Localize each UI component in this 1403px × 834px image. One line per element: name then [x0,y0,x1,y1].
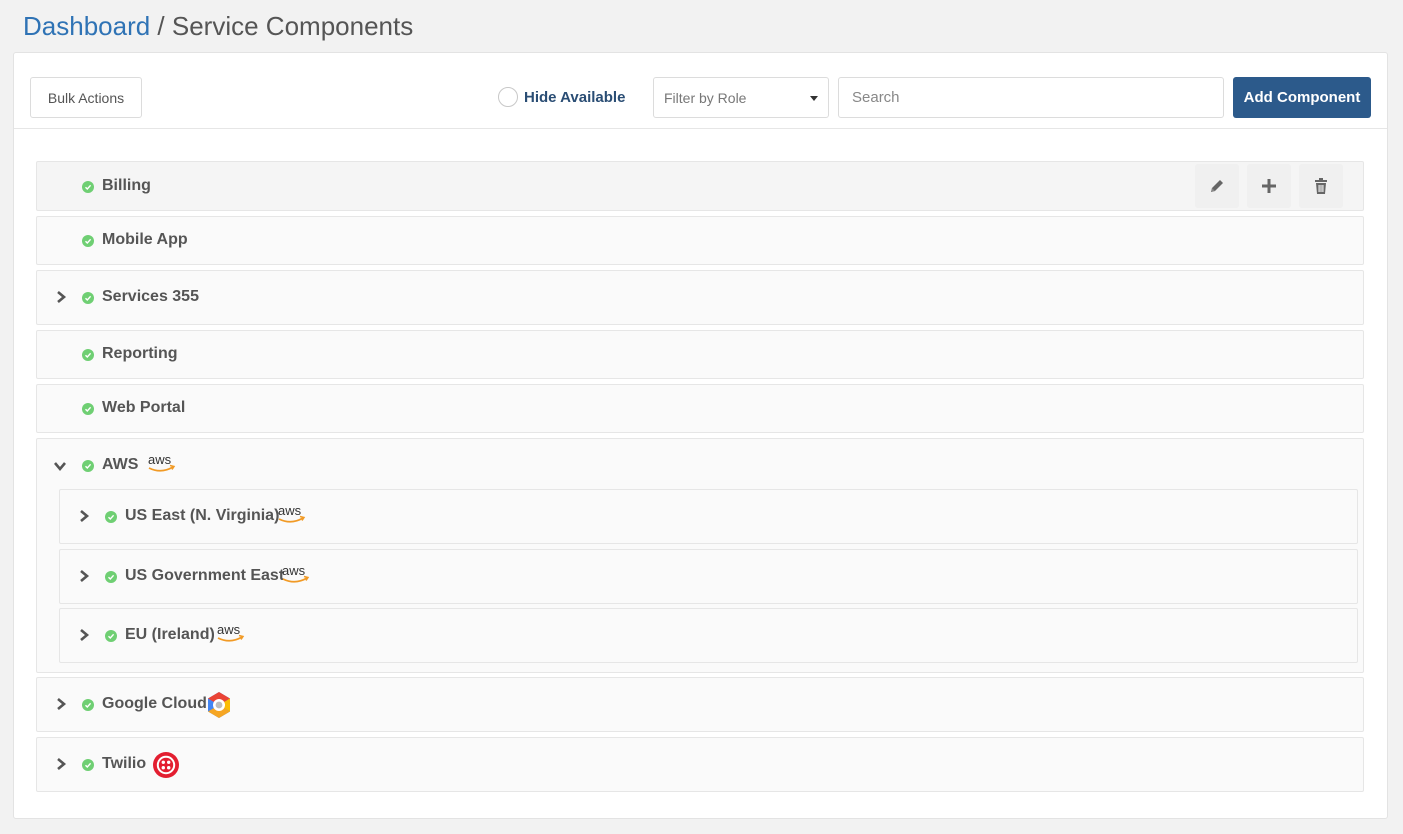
component-row[interactable]: Services 355 [36,270,1364,325]
pencil-icon [1211,180,1223,192]
row-actions [1195,164,1343,208]
plus-icon [1262,179,1276,193]
component-row[interactable]: Billing [36,161,1364,211]
component-name: Mobile App [102,231,188,248]
component-row[interactable]: US Government East aws [59,549,1358,604]
component-name: Google Cloud [102,695,207,712]
chevron-right-icon[interactable] [77,628,91,642]
component-row[interactable]: Reporting [36,330,1364,379]
component-name: Reporting [102,345,178,362]
status-ok-icon [82,699,94,711]
twilio-logo-icon [153,752,179,783]
components-panel: Bulk Actions Hide Available Filter by Ro… [13,52,1388,819]
filter-role-select[interactable]: Filter by Role [653,77,829,118]
caret-down-icon [810,96,818,101]
aws-logo-icon: aws [147,452,177,479]
search-input[interactable] [838,77,1224,118]
status-ok-icon [105,511,117,523]
status-ok-icon [105,571,117,583]
status-ok-icon [82,460,94,472]
component-name: Services 355 [102,288,199,305]
component-name: Twilio [102,755,147,772]
breadcrumb: Dashboard / Service Components [23,10,413,42]
trash-icon [1315,178,1327,194]
component-row[interactable]: EU (Ireland) aws [59,608,1358,663]
edit-button[interactable] [1195,164,1239,208]
chevron-right-icon[interactable] [77,509,91,523]
component-name: AWS [102,456,139,473]
status-ok-icon [82,292,94,304]
chevron-down-icon[interactable] [53,459,67,473]
svg-text:aws: aws [217,622,241,637]
aws-logo-icon: aws [216,622,246,649]
breadcrumb-separator: / [150,11,172,41]
aws-logo-icon: aws [277,503,307,530]
filter-role-value: Filter by Role [664,89,747,106]
delete-button[interactable] [1299,164,1343,208]
hide-available-label: Hide Available [524,88,626,106]
component-name: Billing [102,177,151,194]
add-child-button[interactable] [1247,164,1291,208]
status-ok-icon [82,235,94,247]
component-name: US Government East [125,567,285,584]
status-ok-icon [82,759,94,771]
svg-text:aws: aws [148,452,172,467]
component-name: Web Portal [102,399,186,416]
chevron-right-icon[interactable] [54,757,68,771]
status-ok-icon [105,630,117,642]
status-ok-icon [82,403,94,415]
google-cloud-logo-icon [205,691,233,724]
status-ok-icon [82,181,94,193]
component-name: EU (Ireland) [125,626,215,643]
component-row[interactable]: Mobile App [36,216,1364,265]
chevron-right-icon[interactable] [54,290,68,304]
aws-logo-icon: aws [281,563,311,590]
chevron-right-icon[interactable] [77,569,91,583]
add-component-button[interactable]: Add Component [1233,77,1371,118]
component-row[interactable]: US East (N. Virginia) aws [59,489,1358,544]
component-row[interactable]: Web Portal [36,384,1364,433]
component-row[interactable]: Google Cloud [36,677,1364,732]
component-group-aws[interactable]: AWS aws US East (N. Virginia) aws US Gov… [36,438,1364,673]
component-name: US East (N. Virginia) [125,507,280,524]
page-title: Service Components [171,11,414,41]
chevron-right-icon[interactable] [54,697,68,711]
component-row[interactable]: Twilio [36,737,1364,792]
toolbar: Bulk Actions Hide Available Filter by Ro… [14,53,1387,129]
hide-available-toggle[interactable]: Hide Available [498,87,625,107]
status-ok-icon [82,349,94,361]
svg-text:aws: aws [282,563,306,578]
bulk-actions-button[interactable]: Bulk Actions [30,77,142,118]
breadcrumb-dashboard-link[interactable]: Dashboard [23,11,150,41]
hide-available-radio[interactable] [498,87,518,107]
svg-text:aws: aws [278,503,302,518]
